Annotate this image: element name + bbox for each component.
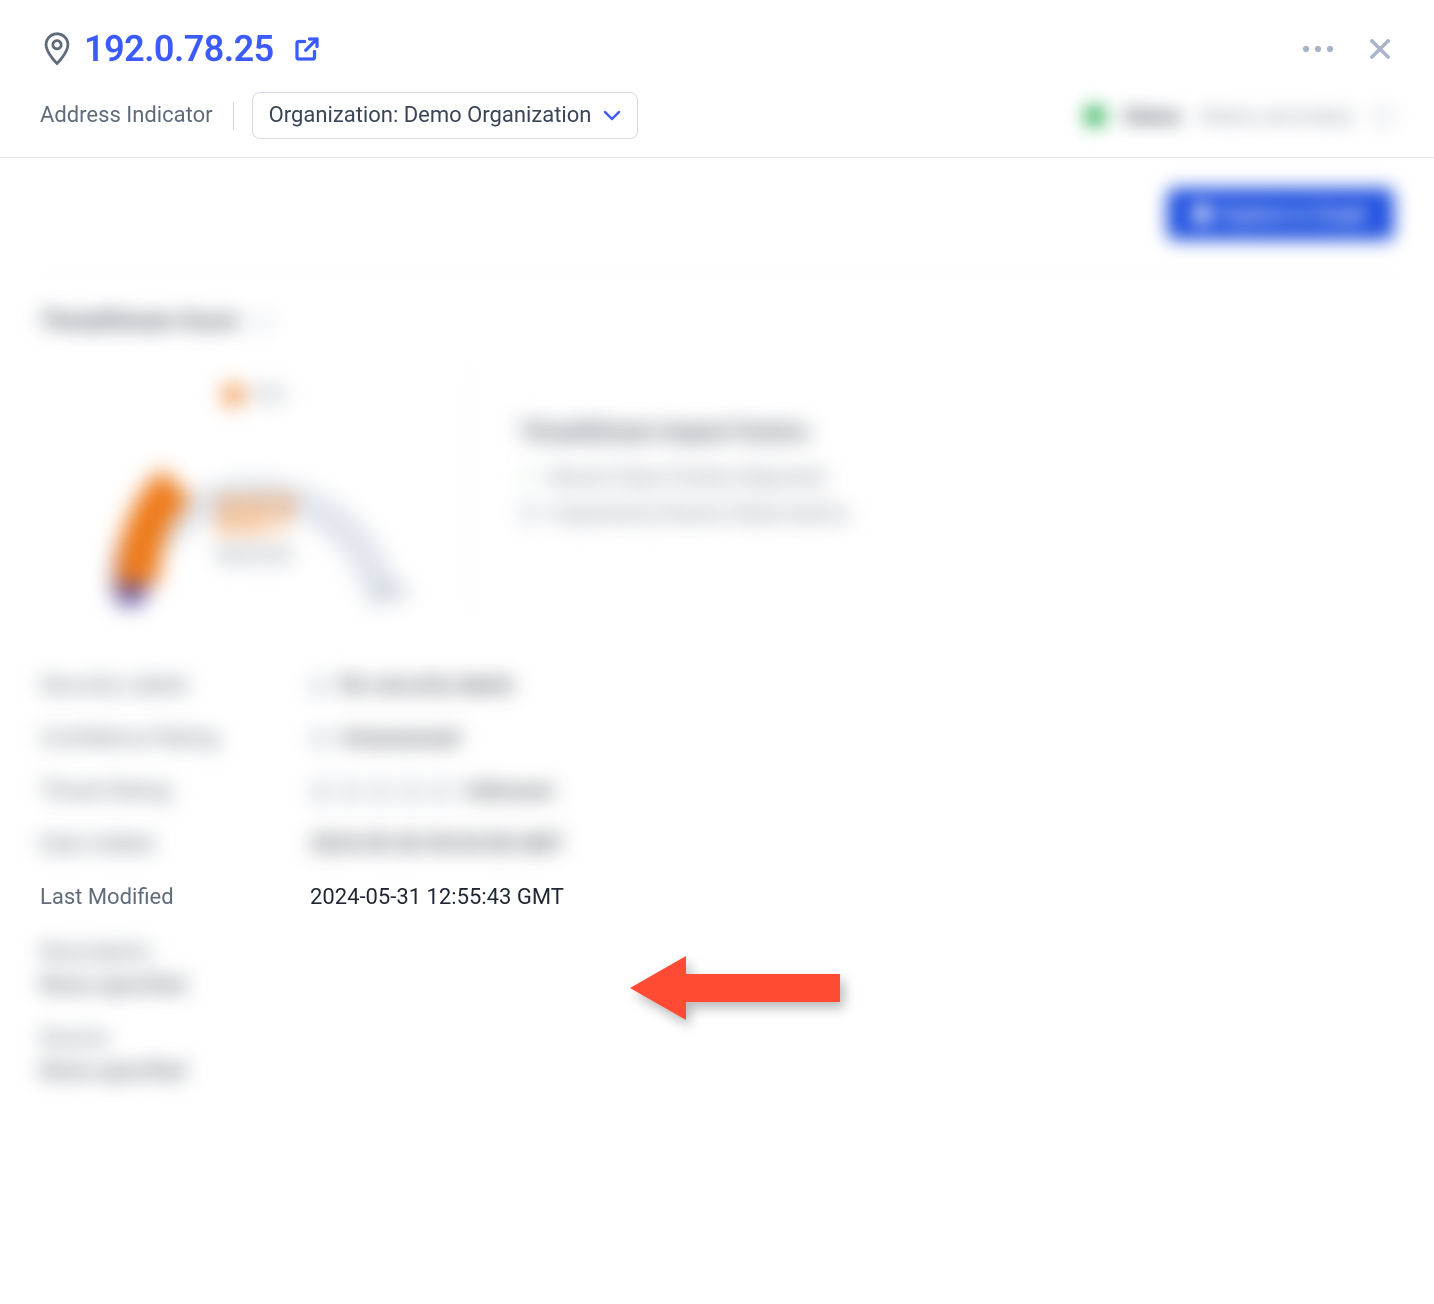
gauge-min: 0 xyxy=(114,582,124,603)
box-icon xyxy=(520,504,538,522)
header-actions xyxy=(1300,35,1394,63)
source-block: Source None specified xyxy=(40,1026,1394,1084)
more-options-icon[interactable] xyxy=(1300,43,1336,55)
indicator-type-label: Address Indicator xyxy=(40,103,213,128)
chevron-down-icon xyxy=(603,110,621,122)
vertical-divider xyxy=(233,102,234,130)
info-circle-icon xyxy=(252,311,274,333)
last-modified-value: 2024-05-31 12:55:43 GMT xyxy=(310,885,564,910)
gauge-max: 1000 xyxy=(369,582,409,603)
explore-button[interactable]: Explore in Graph xyxy=(1167,188,1394,240)
gauge-row: Hits 227 MEDIUM 0 1000 ThreatStream Impa… xyxy=(40,364,1394,619)
threat-rating-row: Threat Rating Unknown xyxy=(40,765,1394,818)
factor-item: ✓ Recent False Positive Reported xyxy=(520,465,849,489)
factor-item-label: Impacted by Recent Observations xyxy=(550,501,849,525)
organization-dropdown-label: Organization: Demo Organization xyxy=(269,103,592,128)
section-separator xyxy=(40,274,1394,275)
info-circle-icon xyxy=(1372,105,1394,127)
impact-factors-card: ThreatStream Impact Factors ✓ Recent Fal… xyxy=(520,364,849,619)
security-labels-row: Security Labels No security labels xyxy=(40,659,1394,712)
detail-label: Date Added xyxy=(40,832,310,857)
section-title-label: ThreatStream Score xyxy=(40,309,238,334)
confidence-rating-row: Confidence Rating Unassessed xyxy=(40,712,1394,765)
description-value: None specified xyxy=(40,973,1394,998)
detail-value: 2024-05-30 09:04:58 GMT xyxy=(310,832,564,857)
detail-value: Unknown xyxy=(310,779,555,804)
star-icon xyxy=(370,781,392,803)
gauge-legend: Hits xyxy=(70,384,439,405)
date-added-row: Date Added 2024-05-30 09:04:58 GMT xyxy=(40,818,1394,871)
status-primary: Status xyxy=(1124,104,1182,128)
detail-value: No security labels xyxy=(310,673,514,698)
detail-label: Confidence Rating xyxy=(40,726,310,751)
detail-label: Threat Rating xyxy=(40,779,310,804)
section-title: ThreatStream Score xyxy=(40,309,274,334)
source-value: None specified xyxy=(40,1059,1394,1084)
status-dot-icon xyxy=(1084,105,1106,127)
subheader-row: Address Indicator Organization: Demo Org… xyxy=(40,92,1394,139)
score-gauge-card: Hits 227 MEDIUM 0 1000 xyxy=(40,364,470,619)
star-icon xyxy=(430,781,452,803)
check-icon: ✓ xyxy=(520,465,537,489)
last-modified-label: Last Modified xyxy=(40,885,310,910)
last-modified-row: Last Modified 2024-05-31 12:55:43 GMT xyxy=(40,871,1394,924)
detail-value: Unassessed xyxy=(310,726,460,751)
legend-swatch-icon xyxy=(224,386,242,404)
location-pin-icon xyxy=(40,32,74,66)
organization-dropdown[interactable]: Organization: Demo Organization xyxy=(252,92,639,139)
star-icon xyxy=(400,781,422,803)
description-block: Description None specified xyxy=(40,940,1394,998)
impact-factors-title: ThreatStream Impact Factors xyxy=(520,420,849,445)
source-label: Source xyxy=(40,1026,1394,1051)
header-region: 192.0.78.25 Address xyxy=(0,0,1434,158)
status-secondary: Status secondary xyxy=(1199,104,1354,128)
status-indicator-group: Status Status secondary xyxy=(1084,104,1394,128)
rating-icon xyxy=(310,730,328,748)
title-row: 192.0.78.25 xyxy=(40,28,1394,70)
star-rating xyxy=(310,781,452,803)
close-icon[interactable] xyxy=(1366,35,1394,63)
external-link-icon[interactable] xyxy=(290,32,324,66)
star-icon xyxy=(310,781,332,803)
explore-button-label: Explore in Graph xyxy=(1221,202,1368,226)
factor-item-label: Recent False Positive Reported xyxy=(549,465,825,489)
gauge-legend-label: Hits xyxy=(252,384,284,405)
details-list: Security Labels No security labels Confi… xyxy=(40,659,1394,1084)
tag-icon xyxy=(310,677,328,695)
graph-icon xyxy=(1193,205,1211,223)
content-region: Explore in Graph ThreatStream Score Hits… xyxy=(0,158,1434,1114)
description-label: Description xyxy=(40,940,1394,965)
gauge-value: 227 xyxy=(90,489,420,543)
detail-label: Security Labels xyxy=(40,673,310,698)
factor-item: Impacted by Recent Observations xyxy=(520,501,849,525)
score-gauge: 227 MEDIUM 0 1000 xyxy=(90,419,420,609)
cta-row: Explore in Graph xyxy=(40,188,1394,240)
ip-address-title[interactable]: 192.0.78.25 xyxy=(84,28,274,70)
gauge-sublabel: MEDIUM xyxy=(90,545,420,566)
star-icon xyxy=(340,781,362,803)
